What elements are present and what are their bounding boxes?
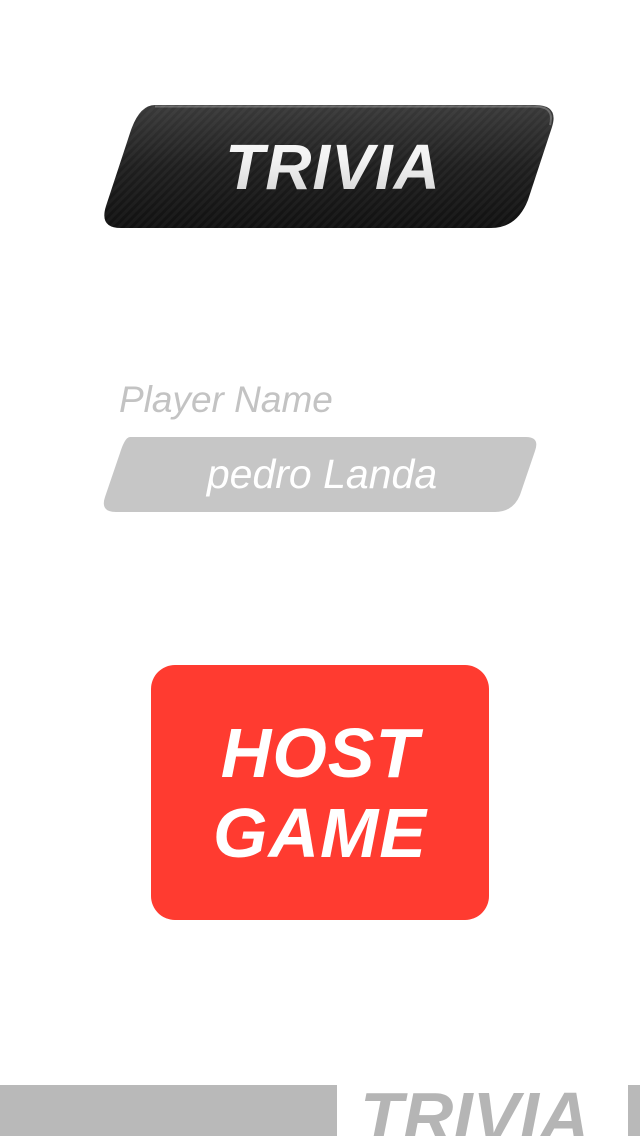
- host-game-label-line1: HOST: [220, 713, 420, 792]
- trivia-logo-banner: TRIVIA: [103, 105, 555, 228]
- player-name-field[interactable]: pedro Landa: [102, 437, 538, 512]
- player-name-value: pedro Landa: [206, 451, 438, 497]
- host-game-button[interactable]: HOST GAME: [151, 665, 489, 920]
- footer-bar-left: [0, 1085, 337, 1136]
- footer-strip: TRIVIA: [0, 1085, 640, 1136]
- footer-logo: TRIVIA: [360, 1085, 590, 1136]
- host-game-label-line2: GAME: [213, 793, 427, 872]
- footer-bar-right: [628, 1085, 640, 1136]
- logo-title: TRIVIA: [103, 105, 555, 228]
- player-name-label: Player Name: [119, 379, 333, 420]
